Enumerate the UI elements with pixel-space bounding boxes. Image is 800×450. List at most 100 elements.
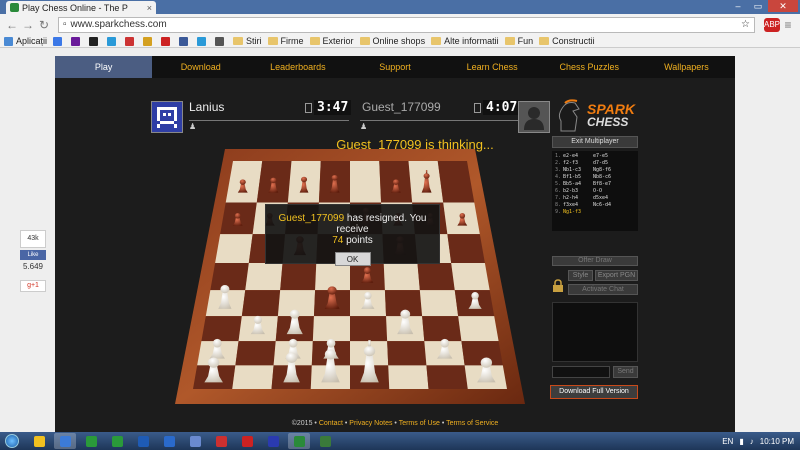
board-square[interactable] <box>245 263 283 291</box>
board-square[interactable] <box>215 234 253 264</box>
bookmark-item[interactable] <box>197 36 209 46</box>
board-square[interactable] <box>350 161 382 203</box>
taskbar-app-button[interactable] <box>106 433 128 449</box>
bookmark-item[interactable] <box>71 36 83 46</box>
menu-icon[interactable]: ≡ <box>780 18 796 32</box>
terms-of-service-link[interactable]: Terms of Service <box>446 420 498 427</box>
bookmark-item[interactable] <box>107 36 119 46</box>
board-square[interactable] <box>235 341 276 366</box>
nav-item-chess-puzzles[interactable]: Chess Puzzles <box>541 56 638 78</box>
taskbar-app-button[interactable] <box>80 433 102 449</box>
terms-of-use-link[interactable]: Terms of Use <box>399 420 440 427</box>
move-row[interactable]: 6. b2-b3 O-O <box>555 188 635 195</box>
board-square[interactable] <box>417 263 455 291</box>
bookmark-item[interactable]: Aplicații <box>4 36 47 46</box>
nav-item-play[interactable]: Play <box>55 56 153 78</box>
board-square[interactable] <box>422 316 462 342</box>
minimize-button[interactable]: – <box>728 0 748 12</box>
language-indicator[interactable]: EN <box>722 437 733 446</box>
board-square[interactable] <box>350 316 388 342</box>
board-square[interactable] <box>232 365 274 389</box>
taskbar-app-button[interactable] <box>158 433 180 449</box>
taskbar-app-button[interactable] <box>132 433 154 449</box>
board-square[interactable] <box>458 316 499 342</box>
nav-item-support[interactable]: Support <box>346 56 443 78</box>
bookmark-item[interactable] <box>125 36 137 46</box>
board-square[interactable] <box>241 290 281 317</box>
facebook-like-button[interactable]: Like <box>20 250 46 260</box>
exit-multiplayer-button[interactable]: Exit Multiplayer <box>552 136 638 148</box>
nav-item-learn-chess[interactable]: Learn Chess <box>444 56 541 78</box>
bookmark-folder[interactable]: Stiri <box>233 36 262 46</box>
taskbar-app-button[interactable] <box>262 433 284 449</box>
privacy-link[interactable]: Privacy Notes <box>349 420 392 427</box>
bookmark-folder[interactable]: Constructii <box>539 36 595 46</box>
bookmark-folder[interactable]: Alte informatii <box>431 36 499 46</box>
chess-board[interactable] <box>175 149 525 404</box>
taskbar-app-button[interactable] <box>54 433 76 449</box>
chat-input[interactable] <box>552 366 610 378</box>
board-square[interactable] <box>387 341 427 366</box>
taskbar-app-button[interactable] <box>28 433 50 449</box>
nav-item-wallpapers[interactable]: Wallpapers <box>638 56 735 78</box>
move-row[interactable]: 8. f3xe4 Nc6-d4 <box>555 202 635 209</box>
board-square[interactable] <box>312 316 350 342</box>
board-square[interactable] <box>315 263 350 291</box>
network-icon[interactable]: ▮ <box>739 437 743 446</box>
activate-chat-button[interactable]: Activate Chat <box>568 284 638 295</box>
board-square[interactable] <box>201 316 242 342</box>
nav-item-leaderboards[interactable]: Leaderboards <box>249 56 346 78</box>
adblock-icon[interactable]: ABP <box>764 17 780 32</box>
nav-item-download[interactable]: Download <box>152 56 249 78</box>
board-square[interactable] <box>419 290 459 317</box>
taskbar-app-button[interactable] <box>288 433 310 449</box>
style-button[interactable]: Style <box>568 270 593 281</box>
move-row[interactable]: 7. h2-h4 d5xe4 <box>555 195 635 202</box>
board-square[interactable] <box>426 365 468 389</box>
google-plus-button[interactable]: g+1 <box>20 280 46 292</box>
bookmark-item[interactable] <box>161 36 173 46</box>
volume-icon[interactable]: ♪ <box>750 437 754 446</box>
bookmark-folder[interactable]: Firme <box>267 36 304 46</box>
taskbar-app-button[interactable] <box>210 433 232 449</box>
bookmark-folder[interactable]: Fun <box>504 36 533 46</box>
move-row[interactable]: 9. Ng1-f3 <box>555 209 635 216</box>
export-pgn-button[interactable]: Export PGN <box>595 270 638 281</box>
board-square[interactable] <box>280 263 317 291</box>
tab-close-icon[interactable]: × <box>147 3 152 13</box>
move-row[interactable]: 4. Bf1-b5 Nb8-c6 <box>555 174 635 181</box>
board-square[interactable] <box>447 234 485 264</box>
move-row[interactable]: 2. f2-f3 d7-d5 <box>555 160 635 167</box>
back-arrow-icon[interactable]: ← <box>4 18 20 32</box>
maximize-button[interactable]: ▭ <box>748 0 768 12</box>
start-button[interactable] <box>0 432 24 450</box>
send-button[interactable]: Send <box>613 366 638 378</box>
download-full-version-button[interactable]: Download Full Version <box>550 385 638 399</box>
forward-arrow-icon[interactable]: → <box>20 18 36 32</box>
clock-time[interactable]: 10:10 PM <box>760 437 794 446</box>
chess-board-graphic[interactable] <box>175 149 525 404</box>
taskbar-app-button[interactable] <box>184 433 206 449</box>
contact-link[interactable]: Contact <box>319 420 343 427</box>
board-square[interactable] <box>388 365 429 389</box>
taskbar-app-button[interactable] <box>314 433 336 449</box>
board-square[interactable] <box>451 263 490 291</box>
move-row[interactable]: 5. Bb5-a4 Bf8-e7 <box>555 181 635 188</box>
bookmark-item[interactable] <box>53 36 65 46</box>
bookmark-item[interactable] <box>143 36 155 46</box>
board-square[interactable] <box>210 263 249 291</box>
taskbar-app-button[interactable] <box>236 433 258 449</box>
move-row[interactable]: 1. e2-e4 e7-e5 <box>555 153 635 160</box>
bookmark-item[interactable] <box>215 36 227 46</box>
reload-icon[interactable]: ↻ <box>36 18 52 32</box>
ok-button[interactable]: OK <box>334 252 371 266</box>
bookmark-star-icon[interactable]: ☆ <box>741 19 750 30</box>
browser-tab[interactable]: Play Chess Online - The P × <box>6 1 156 14</box>
bookmark-folder[interactable]: Online shops <box>359 36 425 46</box>
offer-draw-button[interactable]: Offer Draw <box>552 256 638 266</box>
bookmark-folder[interactable]: Exterior <box>309 36 354 46</box>
move-row[interactable]: 3. Nb1-c3 Ng8-f6 <box>555 167 635 174</box>
bookmark-item[interactable] <box>89 36 101 46</box>
like-count-box[interactable]: 43k <box>20 230 46 248</box>
url-input[interactable]: ▫ www.sparkchess.com ☆ <box>58 16 755 33</box>
